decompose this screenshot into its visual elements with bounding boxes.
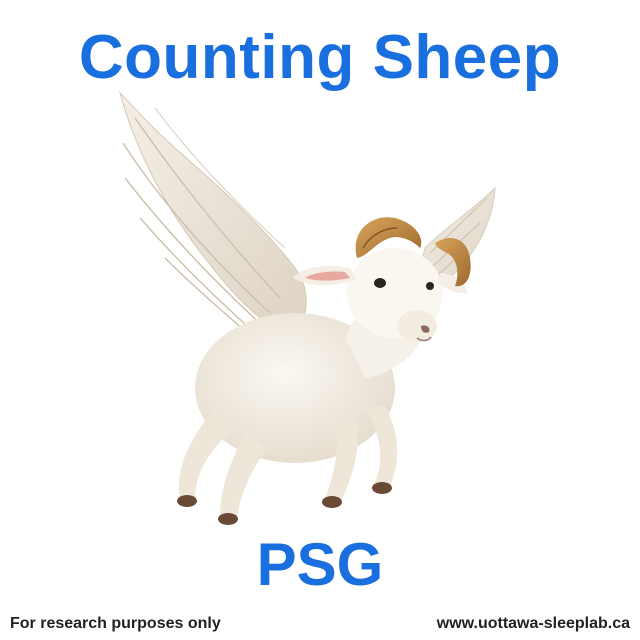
splash-screen: Counting Sheep PSG For research purposes… — [0, 0, 640, 640]
website-link[interactable]: www.uottawa-sleeplab.ca — [437, 614, 630, 634]
footer: For research purposes only www.uottawa-s… — [0, 612, 640, 636]
disclaimer-text: For research purposes only — [10, 615, 221, 632]
app-subtitle: PSG — [256, 531, 384, 598]
app-title: Counting Sheep — [78, 23, 562, 92]
winged-ram-image — [119, 91, 496, 525]
left-wing — [119, 91, 307, 349]
